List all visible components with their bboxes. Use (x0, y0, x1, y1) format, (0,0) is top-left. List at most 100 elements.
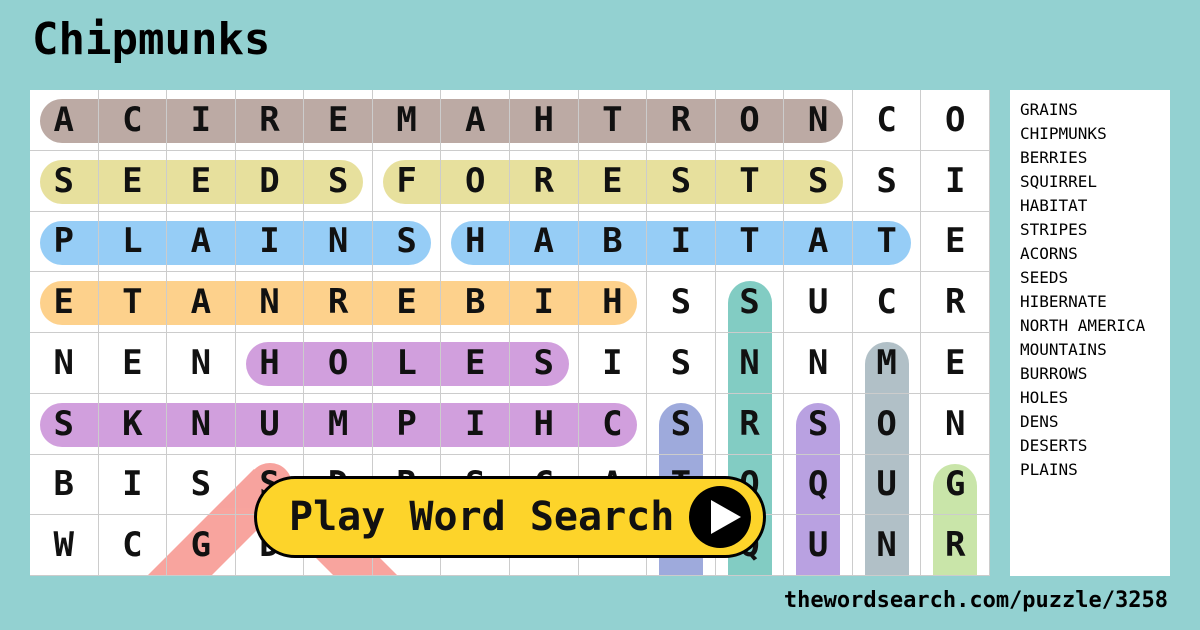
grid-cell[interactable]: Q (784, 454, 853, 516)
grid-cell[interactable]: E (921, 333, 990, 394)
grid-cell[interactable]: T (715, 150, 785, 212)
grid-cell[interactable]: A (30, 90, 99, 151)
grid-cell[interactable]: I (98, 454, 168, 516)
grid-cell[interactable]: E (98, 150, 168, 212)
grid-cell[interactable]: S (715, 272, 785, 333)
grid-cell[interactable]: E (921, 211, 990, 273)
grid-cell[interactable]: A (167, 272, 236, 333)
grid-cell[interactable]: H (441, 211, 510, 273)
grid-cell[interactable]: I (578, 333, 648, 394)
grid-cell[interactable]: B (30, 454, 99, 516)
grid-cell[interactable]: S (304, 150, 373, 212)
grid-cell[interactable]: S (167, 454, 236, 516)
grid-cell[interactable]: U (235, 393, 305, 455)
grid-cell[interactable]: N (304, 211, 373, 273)
grid-cell[interactable]: I (235, 211, 305, 273)
grid-cell[interactable]: M (852, 333, 922, 394)
grid-cell[interactable]: C (578, 393, 648, 455)
grid-cell[interactable]: I (441, 393, 510, 455)
grid-cell[interactable]: G (167, 515, 236, 576)
grid-cell[interactable]: E (372, 272, 442, 333)
grid-cell[interactable]: O (921, 90, 990, 151)
grid-cell[interactable]: N (715, 333, 785, 394)
grid-cell[interactable]: E (98, 333, 168, 394)
grid-cell[interactable]: N (921, 393, 990, 455)
grid-cell[interactable]: E (167, 150, 236, 212)
grid-cell[interactable]: O (441, 150, 510, 212)
grid-cell[interactable]: U (784, 515, 853, 576)
grid-cell[interactable]: C (852, 272, 922, 333)
grid-cell[interactable]: I (647, 211, 716, 273)
grid-cell[interactable]: P (30, 211, 99, 273)
grid-cell[interactable]: M (372, 90, 442, 151)
grid-cell[interactable]: A (167, 211, 236, 273)
grid-cell[interactable]: S (784, 150, 853, 212)
grid-cell[interactable]: P (372, 393, 442, 455)
grid-cell[interactable]: N (852, 515, 922, 576)
grid-cell[interactable]: R (715, 393, 785, 455)
grid-cell[interactable]: H (578, 272, 648, 333)
grid-cell[interactable]: K (98, 393, 168, 455)
grid-cell[interactable]: U (852, 454, 922, 516)
grid-cell[interactable]: D (235, 150, 305, 212)
grid-cell[interactable]: H (510, 90, 579, 151)
grid-cell[interactable]: E (30, 272, 99, 333)
grid-cell[interactable]: N (784, 90, 853, 151)
grid-cell[interactable]: L (98, 211, 168, 273)
grid-cell[interactable]: O (852, 393, 922, 455)
grid-cell[interactable]: I (167, 90, 236, 151)
grid-cell[interactable]: M (304, 393, 373, 455)
grid-cell[interactable]: S (372, 211, 442, 273)
grid-cell[interactable]: E (441, 333, 510, 394)
grid-cell[interactable]: H (235, 333, 305, 394)
grid-cell[interactable]: S (647, 393, 716, 455)
grid-cell[interactable]: G (921, 454, 990, 516)
grid-cell[interactable]: U (784, 272, 853, 333)
grid-cell[interactable]: T (852, 211, 922, 273)
grid-cell[interactable]: R (510, 150, 579, 212)
word-list-item: HABITAT (1020, 196, 1088, 215)
grid-cell[interactable]: S (647, 272, 716, 333)
puzzle-url[interactable]: thewordsearch.com/puzzle/3258 (784, 588, 1168, 613)
grid-cell[interactable]: L (372, 333, 442, 394)
grid-cell[interactable]: N (167, 393, 236, 455)
grid-cell[interactable]: T (715, 211, 785, 273)
grid-cell[interactable]: A (784, 211, 853, 273)
grid-cell[interactable]: F (372, 150, 442, 212)
grid-cell[interactable]: C (852, 90, 922, 151)
grid-cell[interactable]: O (715, 90, 785, 151)
grid-cell[interactable]: N (235, 272, 305, 333)
grid-cell[interactable]: S (510, 333, 579, 394)
grid-cell[interactable]: R (304, 272, 373, 333)
grid-cell[interactable]: B (441, 272, 510, 333)
grid-cell[interactable]: S (647, 150, 716, 212)
grid-cell[interactable]: S (647, 333, 716, 394)
grid-cell[interactable]: N (167, 333, 236, 394)
grid-cell[interactable]: I (510, 272, 579, 333)
grid-cell[interactable]: W (30, 515, 99, 576)
grid-cell[interactable]: E (304, 90, 373, 151)
grid-cell[interactable]: N (30, 333, 99, 394)
grid-cell[interactable]: S (784, 393, 853, 455)
grid-cell[interactable]: C (98, 90, 168, 151)
grid-cell[interactable]: C (98, 515, 168, 576)
grid-cell[interactable]: S (30, 393, 99, 455)
grid-cell[interactable]: H (510, 393, 579, 455)
grid-cell[interactable]: R (921, 272, 990, 333)
word-list-item: PLAINS (1020, 460, 1078, 479)
grid-cell[interactable]: S (852, 150, 922, 212)
grid-cell[interactable]: T (98, 272, 168, 333)
grid-cell[interactable]: T (578, 90, 648, 151)
grid-cell[interactable]: R (647, 90, 716, 151)
grid-cell[interactable]: B (578, 211, 648, 273)
grid-cell[interactable]: S (30, 150, 99, 212)
grid-cell[interactable]: E (578, 150, 648, 212)
grid-cell[interactable]: R (235, 90, 305, 151)
grid-cell[interactable]: I (921, 150, 990, 212)
grid-cell[interactable]: A (510, 211, 579, 273)
play-word-search-button[interactable]: Play Word Search (254, 476, 766, 558)
grid-cell[interactable]: A (441, 90, 510, 151)
grid-cell[interactable]: R (921, 515, 990, 576)
grid-cell[interactable]: N (784, 333, 853, 394)
grid-cell[interactable]: O (304, 333, 373, 394)
